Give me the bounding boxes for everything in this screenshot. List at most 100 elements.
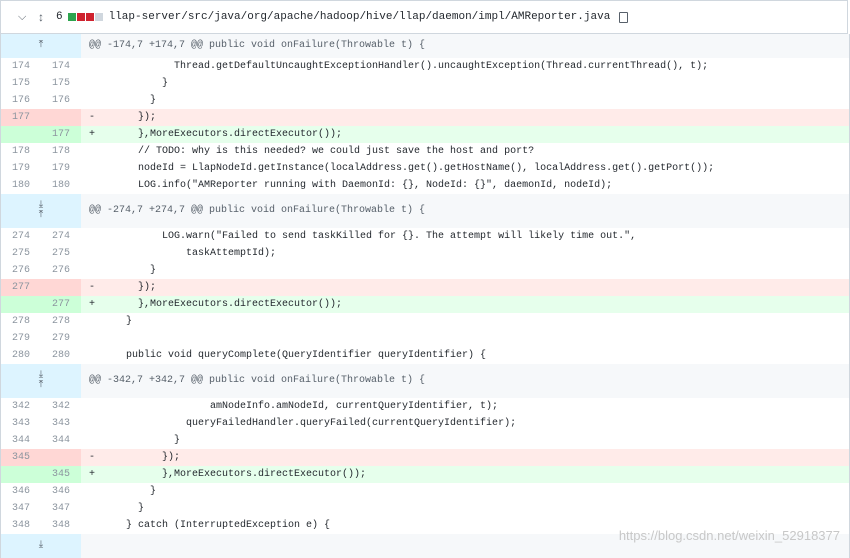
diff-sign: - xyxy=(81,279,114,296)
old-line-number[interactable]: 343 xyxy=(1,415,41,432)
diff-sign xyxy=(81,245,114,262)
old-line-number[interactable]: 178 xyxy=(1,143,41,160)
diff-sign xyxy=(81,313,114,330)
code-line: queryFailedHandler.queryFailed(currentQu… xyxy=(114,418,517,429)
code-line: } xyxy=(114,503,145,514)
code-line: } xyxy=(114,78,169,89)
old-line-number[interactable]: 347 xyxy=(1,500,41,517)
expand-lines-button[interactable]: ⤓ ⤒ xyxy=(1,364,81,398)
old-line-number[interactable]: 275 xyxy=(1,245,41,262)
old-line-number[interactable]: 278 xyxy=(1,313,41,330)
hunk-header: ⤒ @@ -174,7 +174,7 @@ public void onFailu… xyxy=(1,34,849,58)
old-line-number[interactable] xyxy=(1,126,41,143)
new-line-number[interactable]: 279 xyxy=(41,330,81,347)
diff-line: 276 276 } xyxy=(1,262,849,279)
code-line: } xyxy=(114,486,157,497)
diff-sign xyxy=(81,177,114,194)
old-line-number[interactable]: 179 xyxy=(1,160,41,177)
diff-line: 277 + },MoreExecutors.directExecutor()); xyxy=(1,296,849,313)
file-path[interactable]: llap-server/src/java/org/apache/hadoop/h… xyxy=(109,11,611,23)
new-line-number[interactable]: 178 xyxy=(41,143,81,160)
diff-line: 274 274 LOG.warn("Failed to send taskKill… xyxy=(1,228,849,245)
old-line-number[interactable]: 176 xyxy=(1,92,41,109)
old-line-number[interactable]: 177 xyxy=(1,109,41,126)
diffstat-del xyxy=(85,13,94,21)
expand-up-icon: ⤒ xyxy=(38,40,44,51)
code-line: // TODO: why is this needed? we could ju… xyxy=(114,146,535,157)
old-line-number[interactable]: 180 xyxy=(1,177,41,194)
old-line-number[interactable]: 174 xyxy=(1,58,41,75)
new-line-number[interactable]: 346 xyxy=(41,483,81,500)
diff-line: 277 - }); xyxy=(1,279,849,296)
new-line-number[interactable]: 343 xyxy=(41,415,81,432)
diff-line: 177 + },MoreExecutors.directExecutor()); xyxy=(1,126,849,143)
new-line-number[interactable]: 174 xyxy=(41,58,81,75)
code-line: Thread.getDefaultUncaughtExceptionHandle… xyxy=(114,61,709,72)
new-line-number[interactable]: 278 xyxy=(41,313,81,330)
file-header: ⌵ ↕ 6 llap-server/src/java/org/apache/ha… xyxy=(0,0,848,34)
code-line: nodeId = LlapNodeId.getInstance(localAdd… xyxy=(114,163,715,174)
expand-up-icon: ⤒ xyxy=(38,210,44,221)
new-line-number[interactable]: 175 xyxy=(41,75,81,92)
new-line-number[interactable] xyxy=(41,449,81,466)
hunk-header-text: @@ -342,7 +342,7 @@ public void onFailur… xyxy=(89,375,426,386)
old-line-number[interactable]: 276 xyxy=(1,262,41,279)
new-line-number[interactable]: 276 xyxy=(41,262,81,279)
code-line: },MoreExecutors.directExecutor()); xyxy=(114,466,849,483)
old-line-number[interactable]: 346 xyxy=(1,483,41,500)
old-line-number[interactable]: 279 xyxy=(1,330,41,347)
code-line: }); xyxy=(114,109,849,126)
new-line-number[interactable]: 280 xyxy=(41,347,81,364)
old-line-number[interactable]: 348 xyxy=(1,517,41,534)
hunk-header: ⤓ ⤒ @@ -342,7 +342,7 @@ public void onFail… xyxy=(1,364,849,398)
old-line-number[interactable] xyxy=(1,296,41,313)
diff-sign xyxy=(81,398,114,415)
new-line-number[interactable]: 176 xyxy=(41,92,81,109)
new-line-number[interactable]: 180 xyxy=(41,177,81,194)
new-line-number[interactable]: 275 xyxy=(41,245,81,262)
old-line-number[interactable]: 274 xyxy=(1,228,41,245)
new-line-number[interactable] xyxy=(41,109,81,126)
diff-table: ⤒ @@ -174,7 +174,7 @@ public void onFailu… xyxy=(0,34,850,558)
diff-line: 345 - }); xyxy=(1,449,849,466)
new-line-number[interactable]: 274 xyxy=(41,228,81,245)
new-line-number[interactable] xyxy=(41,279,81,296)
diff-sign: + xyxy=(81,466,114,483)
diff-sign xyxy=(81,500,114,517)
diff-sign: + xyxy=(81,296,114,313)
new-line-number[interactable]: 179 xyxy=(41,160,81,177)
new-line-number[interactable]: 342 xyxy=(41,398,81,415)
new-line-number[interactable]: 348 xyxy=(41,517,81,534)
expand-all-icon[interactable]: ↕ xyxy=(38,10,50,24)
diff-sign xyxy=(81,228,114,245)
old-line-number[interactable]: 175 xyxy=(1,75,41,92)
code-line: },MoreExecutors.directExecutor()); xyxy=(114,296,849,313)
diff-line: 346 346 } xyxy=(1,483,849,500)
new-line-number[interactable]: 344 xyxy=(41,432,81,449)
expand-lines-button[interactable]: ⤓ ⤒ xyxy=(1,194,81,228)
expand-lines-button[interactable]: ⤒ xyxy=(1,34,81,58)
new-line-number[interactable]: 347 xyxy=(41,500,81,517)
old-line-number[interactable]: 342 xyxy=(1,398,41,415)
new-line-number[interactable]: 177 xyxy=(41,126,81,143)
old-line-number[interactable]: 277 xyxy=(1,279,41,296)
old-line-number[interactable]: 345 xyxy=(1,449,41,466)
new-line-number[interactable]: 277 xyxy=(41,296,81,313)
diff-line: 278 278 } xyxy=(1,313,849,330)
expand-down-icon: ⤓ xyxy=(38,540,44,551)
chevron-down-icon[interactable]: ⌵ xyxy=(18,11,28,24)
code-line: } xyxy=(114,435,181,446)
old-line-number[interactable] xyxy=(1,466,41,483)
code-line: } xyxy=(114,265,157,276)
old-line-number[interactable]: 344 xyxy=(1,432,41,449)
expand-lines-button[interactable]: ⤓ xyxy=(1,534,81,558)
diff-sign xyxy=(81,160,114,177)
diff-sign: - xyxy=(81,109,114,126)
diff-sign xyxy=(81,262,114,279)
new-line-number[interactable]: 345 xyxy=(41,466,81,483)
copy-path-icon[interactable] xyxy=(618,11,629,23)
hunk-header-text: @@ -274,7 +274,7 @@ public void onFailur… xyxy=(89,205,426,216)
diff-line: 177 - }); xyxy=(1,109,849,126)
old-line-number[interactable]: 280 xyxy=(1,347,41,364)
